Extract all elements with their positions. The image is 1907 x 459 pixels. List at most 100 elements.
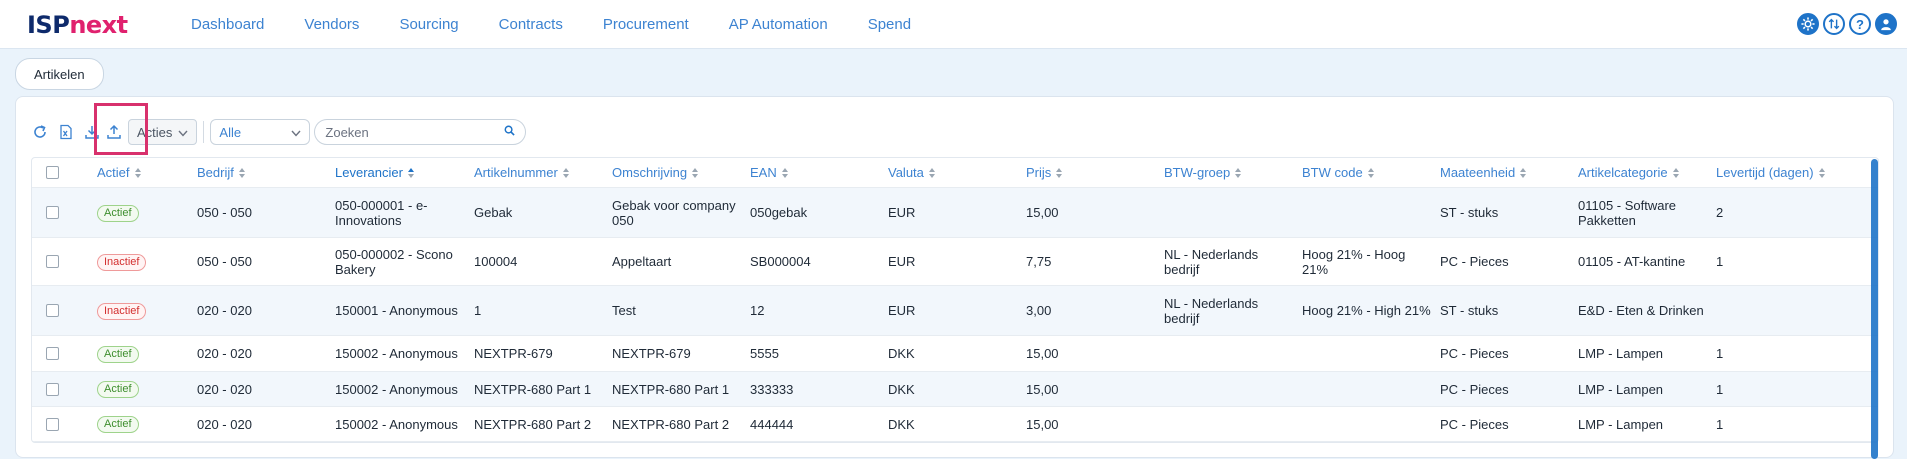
header-label: Valuta (888, 165, 924, 180)
table-row[interactable]: Actief 020 - 020 150002 - Anonymous NEXT… (32, 336, 1878, 372)
nav-contracts[interactable]: Contracts (499, 16, 563, 33)
sort-icon (1235, 167, 1242, 178)
cell-artikelcategorie: LMP - Lampen (1578, 346, 1664, 361)
cell-actief: Inactief (97, 253, 197, 271)
cell-ean: 333333 (750, 381, 794, 397)
refresh-icon[interactable] (30, 122, 50, 142)
filter-select[interactable]: Alle (210, 119, 311, 145)
column-header-valuta[interactable]: Valuta (888, 165, 1026, 180)
column-header-prijs[interactable]: Prijs (1026, 165, 1164, 180)
cell-artikelnummer: 100004 (474, 254, 518, 269)
cell-maateenheid: ST - stuks (1440, 303, 1499, 318)
search-icon[interactable] (504, 123, 516, 141)
nav-sourcing[interactable]: Sourcing (399, 16, 458, 33)
header-label: Maateenheid (1440, 165, 1516, 180)
table-row[interactable]: Actief 050 - 050 050-000001 - e-Innovati… (32, 188, 1878, 238)
download-icon[interactable] (82, 122, 102, 142)
filter-select-value: Alle (219, 124, 242, 140)
nav-spend[interactable]: Spend (868, 16, 911, 33)
cell-valuta: EUR (888, 303, 916, 318)
table-scrollbar[interactable] (1871, 159, 1878, 459)
settings-gear-icon[interactable] (1797, 13, 1819, 35)
cell-omschrijving: NEXTPR-680 Part 1 (612, 381, 730, 397)
row-checkbox[interactable] (46, 304, 59, 317)
row-checkbox[interactable] (46, 347, 59, 360)
table-row[interactable]: Actief 020 - 020 150002 - Anonymous NEXT… (32, 372, 1878, 407)
cell-leverancier: 150001 - Anonymous (335, 303, 458, 318)
header-label: BTW-groep (1164, 165, 1231, 180)
help-icon[interactable]: ? (1849, 13, 1871, 35)
cell-btw-groep: NL - Nederlands bedrijf (1164, 246, 1259, 277)
row-checkbox[interactable] (46, 255, 59, 268)
row-checkbox[interactable] (46, 206, 59, 219)
cell-prijs: 15,00 (1026, 205, 1059, 220)
column-header-ean[interactable]: EAN (750, 165, 888, 180)
cell-maateenheid: PC - Pieces (1440, 254, 1509, 269)
cell-prijs: 15,00 (1026, 381, 1059, 397)
nav-dashboard[interactable]: Dashboard (191, 16, 264, 33)
cell-omschrijving: Gebak voor company 050 (612, 197, 736, 228)
column-header-omschrijving[interactable]: Omschrijving (612, 165, 750, 180)
column-header-btw-code[interactable]: BTW code (1302, 165, 1440, 180)
sort-icon (692, 167, 699, 178)
column-header-leverancier[interactable]: Leverancier (335, 165, 474, 180)
cell-actief: Actief (97, 345, 197, 363)
table-row[interactable]: Actief 020 - 020 150002 - Anonymous NEXT… (32, 407, 1878, 442)
cell-maateenheid: PC - Pieces (1440, 416, 1509, 432)
nav-vendors[interactable]: Vendors (304, 16, 359, 33)
column-header-actief[interactable]: Actief (97, 165, 197, 180)
column-header-artikelcategorie[interactable]: Artikelcategorie (1578, 165, 1716, 180)
cell-ean: 5555 (750, 346, 779, 361)
row-select-cell (32, 417, 97, 431)
cell-valuta: DKK (888, 381, 915, 397)
sort-icon (928, 167, 935, 178)
cell-actief: Inactief (97, 302, 197, 320)
column-header-maateenheid[interactable]: Maateenheid (1440, 165, 1578, 180)
tab-artikelen[interactable]: Artikelen (15, 58, 104, 90)
nav-procurement[interactable]: Procurement (603, 16, 689, 33)
acties-dropdown[interactable]: Acties (128, 119, 198, 145)
status-badge: Actief (97, 416, 139, 433)
row-checkbox[interactable] (46, 417, 59, 431)
select-all-checkbox[interactable] (46, 166, 59, 179)
column-header-artikelnummer[interactable]: Artikelnummer (474, 165, 612, 180)
cell-omschrijving: Test (612, 303, 636, 318)
search-input[interactable] (325, 124, 499, 140)
nav-ap-automation[interactable]: AP Automation (729, 16, 828, 33)
cell-leverancier: 150002 - Anonymous (335, 346, 458, 361)
header-label: BTW code (1302, 165, 1363, 180)
sort-icon (1056, 167, 1063, 178)
cell-ean: 12 (750, 303, 765, 318)
excel-export-icon[interactable] (56, 122, 76, 142)
artikelen-panel: Acties Alle Actief Bedrijf Leveranc (15, 96, 1894, 459)
table-row[interactable]: Inactief 050 - 050 050-000002 - Scono Ba… (32, 238, 1878, 286)
cell-prijs: 7,75 (1026, 254, 1052, 269)
ispnext-logo[interactable]: ISPnext (27, 11, 128, 39)
sync-icon[interactable] (1823, 13, 1845, 35)
table-header-row: Actief Bedrijf Leverancier Artikelnummer… (32, 158, 1878, 188)
cell-leverancier: 150002 - Anonymous (335, 416, 458, 432)
cell-bedrijf: 020 - 020 (197, 381, 252, 397)
row-checkbox[interactable] (46, 382, 59, 396)
header-label: Omschrijving (612, 165, 688, 180)
cell-valuta: DKK (888, 346, 915, 361)
column-header-bedrijf[interactable]: Bedrijf (197, 165, 335, 180)
cell-artikelcategorie: 01105 - AT-kantine (1578, 254, 1686, 269)
column-header-btw-groep[interactable]: BTW-groep (1164, 165, 1302, 180)
upload-icon[interactable] (104, 122, 124, 142)
sort-ascending-icon (407, 167, 414, 178)
user-icon[interactable] (1875, 13, 1897, 35)
table-row[interactable]: Inactief 020 - 020 150001 - Anonymous 1 … (32, 286, 1878, 336)
cell-maateenheid: ST - stuks (1440, 205, 1499, 220)
top-navigation-bar: ISPnext Dashboard Vendors Sourcing Contr… (0, 0, 1907, 49)
cell-bedrijf: 050 - 050 (197, 254, 252, 269)
cell-levertijd: 1 (1716, 254, 1724, 269)
status-badge: Inactief (97, 253, 147, 271)
status-badge: Actief (97, 345, 139, 363)
cell-levertijd: 1 (1716, 416, 1724, 432)
column-header-levertijd[interactable]: Levertijd (dagen) (1716, 165, 1866, 180)
cell-valuta: EUR (888, 205, 916, 220)
cell-leverancier: 050-000002 - Scono Bakery (335, 246, 453, 277)
sort-icon (238, 167, 245, 178)
cell-omschrijving: NEXTPR-679 (612, 346, 691, 361)
